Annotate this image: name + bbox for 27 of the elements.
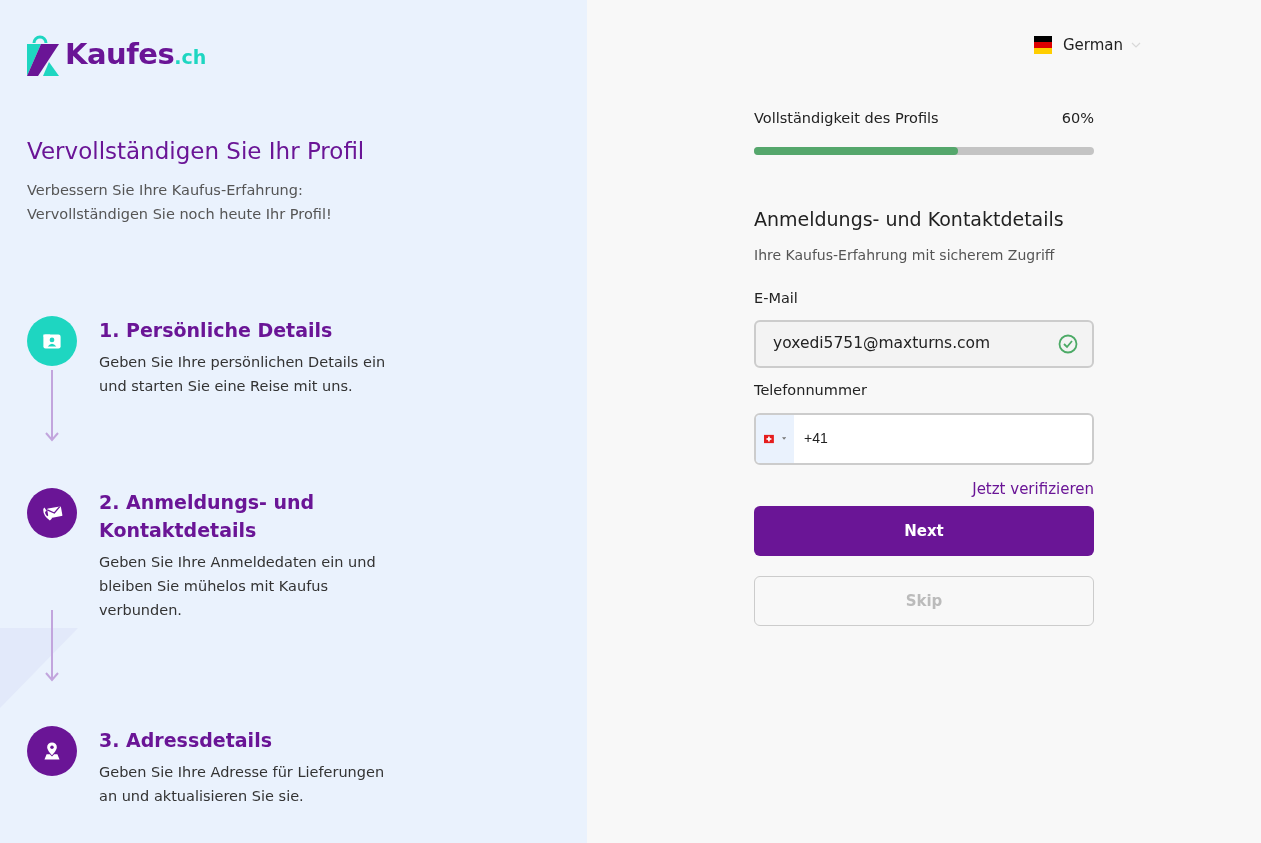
logo-suffix: .ch — [174, 45, 207, 70]
verify-link[interactable]: Jetzt verifizieren — [972, 479, 1094, 498]
down-arrow-icon — [45, 369, 59, 442]
phone-field[interactable]: +41 — [754, 412, 1094, 465]
swiss-flag-icon — [764, 433, 774, 444]
step-description: Geben Sie Ihre Adresse für Lieferungen an und aktualisieren Sie sie. — [99, 762, 386, 806]
step-title: 3. Adressdetails — [99, 727, 273, 753]
page-subtitle: Verbessern Sie Ihre Kaufus-Erfahrung: Vervollständigen Sie noch heute Ihr Profil! — [27, 180, 333, 224]
step-description: Geben Sie Ihre Anmeldedaten ein und bleiben Sie mühelos mit Kaufus verbunden. — [99, 552, 377, 620]
step-description: Geben Sie Ihre persönlichen Details ein und starten Sie eine Reise mit uns. — [99, 352, 387, 396]
step-title: 1. Persönliche Details — [99, 317, 334, 343]
field-label: E-Mail — [754, 289, 799, 309]
form-subtitle: Ihre Kaufus-Erfahrung mit sicherem Zugriff — [754, 246, 1056, 266]
progress-label: Vollständigkeit des Profils — [754, 109, 939, 128]
logo-text: Kaufes — [65, 35, 175, 73]
down-arrow-icon — [45, 609, 59, 682]
caret-icon — [781, 437, 786, 441]
form-title: Anmeldungs- und Kontaktdetails — [754, 206, 1065, 232]
step-title: 2. Anmeldungs- und Kontaktdetails — [99, 489, 316, 543]
page-title: Vervollständigen Sie Ihr Profil — [27, 138, 366, 166]
country-selector[interactable] — [756, 414, 794, 463]
email-field[interactable]: yoxedi5751@maxturns.com — [754, 320, 1094, 368]
progress-percentage: 60% — [1061, 109, 1094, 128]
field-label: Telefonnummer — [754, 381, 868, 400]
language-selector[interactable]: German — [1063, 34, 1124, 57]
germany-flag-icon — [1031, 36, 1055, 55]
next-button[interactable]: Next — [754, 505, 1094, 556]
